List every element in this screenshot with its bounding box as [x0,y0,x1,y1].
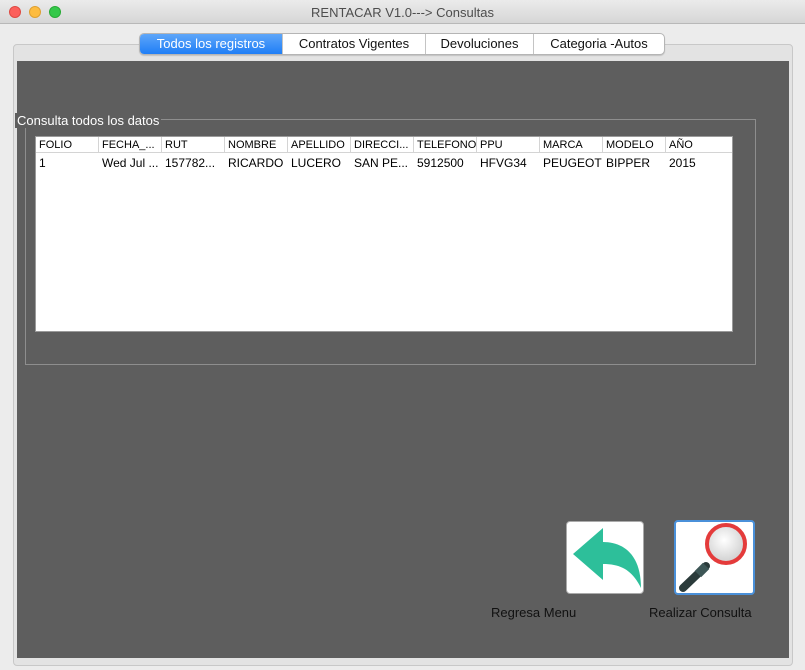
cell-marca: PEUGEOT [543,156,602,170]
column-header-apellido[interactable]: APELLIDO [288,137,351,153]
tab-contratos-vigentes[interactable]: Contratos Vigentes [283,34,426,54]
column-header-anio[interactable]: AÑO [666,137,732,153]
cell-apellido: LUCERO [291,156,342,170]
groupbox-title: Consulta todos los datos [15,113,162,128]
table-header: FOLIO FECHA_... RUT NOMBRE APELLIDO DIRE… [36,137,732,153]
cell-direccion: SAN PE... [354,156,409,170]
back-arrow-icon [573,528,641,588]
window-title: RENTACAR V1.0---> Consultas [311,5,494,20]
tab-todos-los-registros[interactable]: Todos los registros [140,34,283,54]
column-header-fecha[interactable]: FECHA_... [99,137,162,153]
column-header-direccion[interactable]: DIRECCI... [351,137,414,153]
cell-nombre: RICARDO [228,156,284,170]
column-header-rut[interactable]: RUT [162,137,225,153]
cell-ppu: HFVG34 [480,156,527,170]
column-header-folio[interactable]: FOLIO [36,137,99,153]
title-bar: RENTACAR V1.0---> Consultas [0,0,805,24]
results-table[interactable]: FOLIO FECHA_... RUT NOMBRE APELLIDO DIRE… [35,136,733,332]
cell-fecha: Wed Jul ... [102,156,159,170]
tab-devoluciones[interactable]: Devoluciones [426,34,534,54]
cell-folio: 1 [39,156,46,170]
app-window: RENTACAR V1.0---> Consultas Todos los re… [0,0,805,670]
cell-rut: 157782... [165,156,216,170]
column-header-marca[interactable]: MARCA [540,137,603,153]
tab-bar: Todos los registros Contratos Vigentes D… [139,33,665,55]
table-row[interactable]: 1 Wed Jul ... 157782... RICARDO LUCERO S… [36,154,732,172]
tab-categoria-autos[interactable]: Categoria -Autos [534,34,664,54]
column-header-modelo[interactable]: MODELO [603,137,666,153]
column-header-telefono[interactable]: TELEFONO [414,137,477,153]
back-to-menu-button[interactable] [566,521,644,594]
back-to-menu-label: Regresa Menu [491,605,577,620]
column-header-nombre[interactable]: NOMBRE [225,137,288,153]
cell-telefono: 5912500 [417,156,464,170]
column-header-ppu[interactable]: PPU [477,137,540,153]
cell-anio: 2015 [669,156,696,170]
run-query-button[interactable] [674,520,755,595]
cell-modelo: BIPPER [606,156,651,170]
magnifier-icon [679,523,747,592]
run-query-label: Realizar Consulta [649,605,752,620]
